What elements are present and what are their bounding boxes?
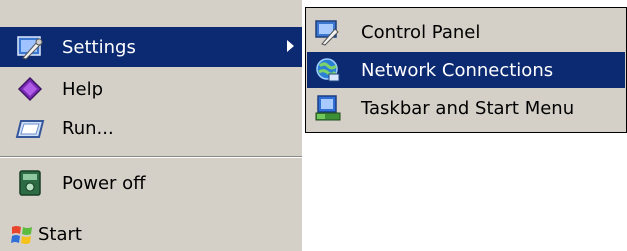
menu-separator [0,156,302,158]
settings-icon [14,31,46,63]
start-menu: Settings Help Run... Power off [0,0,302,210]
menu-item-label: Run... [62,117,114,139]
taskbar-start-menu-icon [313,93,343,123]
settings-submenu: Control Panel Network Connections Taskba… [305,7,627,133]
submenu-item-taskbar-start-menu[interactable]: Taskbar and Start Menu [307,90,625,126]
menu-item-settings[interactable]: Settings [0,27,302,67]
menu-item-run[interactable]: Run... [0,108,302,148]
help-book-icon [14,73,46,105]
network-connections-icon [313,55,343,85]
submenu-arrow-icon [287,40,294,52]
submenu-item-control-panel[interactable]: Control Panel [307,14,625,50]
menu-item-label: Settings [62,36,136,58]
run-icon [14,112,46,144]
start-button[interactable]: Start [8,218,100,251]
control-panel-icon [313,17,343,47]
submenu-item-network-connections[interactable]: Network Connections [307,52,625,88]
taskbar: Start [0,210,302,251]
desktop: Settings Help Run... Power off Start Con… [0,0,627,251]
menu-item-help[interactable]: Help [0,69,302,109]
submenu-item-label: Control Panel [361,21,481,43]
menu-item-power-off[interactable]: Power off [0,163,302,203]
submenu-item-label: Network Connections [361,59,554,81]
menu-item-label: Power off [62,172,146,194]
submenu-item-label: Taskbar and Start Menu [361,97,575,119]
start-button-label: Start [38,224,82,245]
power-off-icon [14,167,46,199]
windows-logo-icon [10,223,34,247]
menu-item-label: Help [62,78,104,100]
